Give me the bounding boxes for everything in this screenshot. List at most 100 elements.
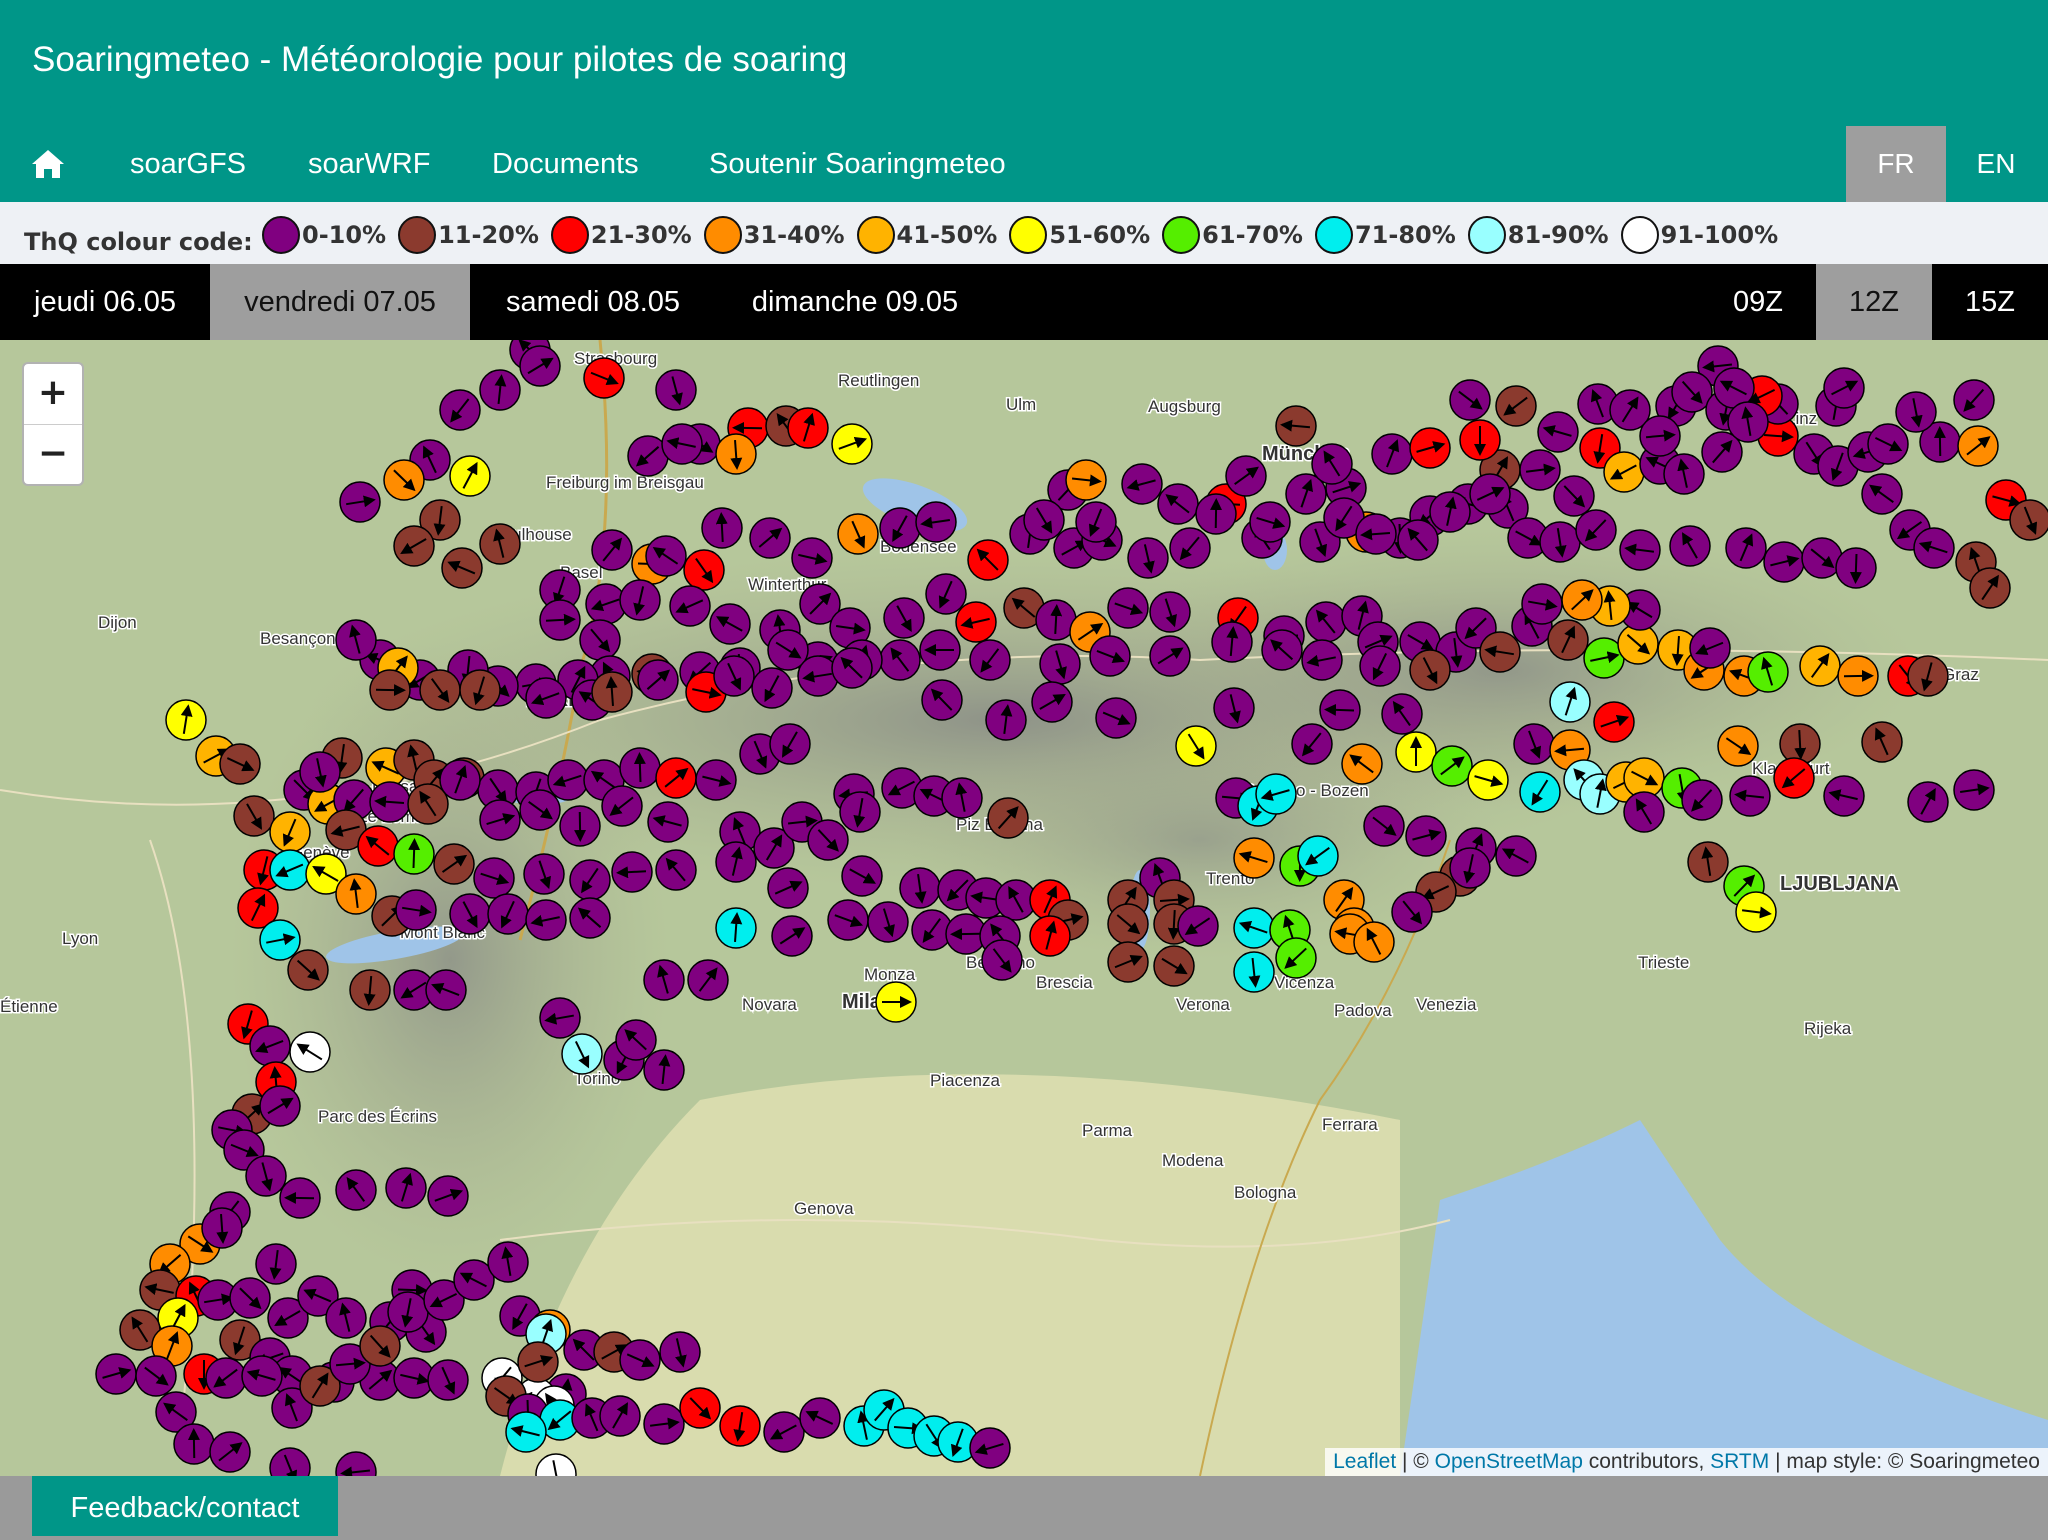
forecast-marker[interactable] [480, 800, 520, 840]
forecast-marker[interactable] [450, 894, 490, 934]
forecast-marker[interactable] [956, 602, 996, 642]
forecast-marker[interactable] [764, 1412, 804, 1452]
forecast-marker[interactable] [174, 1424, 214, 1464]
forecast-marker[interactable] [592, 672, 632, 712]
forecast-marker[interactable] [560, 806, 600, 846]
forecast-marker[interactable] [1908, 782, 1948, 822]
forecast-marker[interactable] [336, 874, 376, 914]
forecast-marker[interactable] [1122, 464, 1162, 504]
forecast-marker[interactable] [450, 456, 490, 496]
forecast-marker[interactable] [752, 668, 792, 708]
forecast-marker[interactable] [270, 850, 310, 890]
nav-support[interactable]: Soutenir Soaringmeteo [709, 126, 1006, 202]
forecast-marker[interactable] [202, 1208, 242, 1248]
lang-en-button[interactable]: EN [1946, 126, 2046, 202]
forecast-marker[interactable] [206, 1358, 246, 1398]
hour-tab-15z[interactable]: 15Z [1932, 264, 2048, 340]
forecast-marker[interactable] [716, 908, 756, 948]
forecast-marker[interactable] [1520, 772, 1560, 812]
forecast-marker[interactable] [1480, 632, 1520, 672]
forecast-marker[interactable] [1406, 816, 1446, 856]
forecast-marker[interactable] [1914, 528, 1954, 568]
forecast-marker[interactable] [1096, 698, 1136, 738]
forecast-marker[interactable] [620, 748, 660, 788]
forecast-marker[interactable] [1312, 444, 1352, 484]
forecast-marker[interactable] [520, 790, 560, 830]
forecast-marker[interactable] [1862, 722, 1902, 762]
forecast-marker[interactable] [1450, 380, 1490, 420]
forecast-marker[interactable] [1176, 726, 1216, 766]
forecast-marker[interactable] [792, 538, 832, 578]
forecast-marker[interactable] [1158, 484, 1198, 524]
forecast-marker[interactable] [1292, 724, 1332, 764]
forecast-marker[interactable] [716, 842, 756, 882]
forecast-marker[interactable] [1780, 724, 1820, 764]
forecast-marker[interactable] [1076, 502, 1116, 542]
forecast-marker[interactable] [360, 1326, 400, 1366]
nav-soargfs[interactable]: soarGFS [130, 126, 246, 202]
forecast-marker[interactable] [440, 390, 480, 430]
forecast-marker[interactable] [488, 1242, 528, 1282]
forecast-marker[interactable] [880, 508, 920, 548]
forecast-marker[interactable] [1800, 646, 1840, 686]
forecast-marker[interactable] [1356, 514, 1396, 554]
forecast-marker[interactable] [1066, 460, 1106, 500]
forecast-marker[interactable] [1212, 622, 1252, 662]
forecast-marker[interactable] [562, 1034, 602, 1074]
forecast-marker[interactable] [1958, 426, 1998, 466]
forecast-marker[interactable] [428, 1176, 468, 1216]
forecast-marker[interactable] [716, 434, 756, 474]
forecast-marker[interactable] [220, 744, 260, 784]
forecast-marker[interactable] [1774, 758, 1814, 798]
forecast-marker[interactable] [922, 680, 962, 720]
forecast-marker[interactable] [394, 834, 434, 874]
forecast-marker[interactable] [688, 960, 728, 1000]
forecast-marker[interactable] [1128, 538, 1168, 578]
forecast-marker[interactable] [1970, 568, 2010, 608]
forecast-marker[interactable] [1234, 908, 1274, 948]
forecast-marker[interactable] [210, 1432, 250, 1472]
forecast-marker[interactable] [1154, 946, 1194, 986]
forecast-marker[interactable] [798, 656, 838, 696]
forecast-marker[interactable] [1030, 916, 1070, 956]
forecast-marker[interactable] [986, 700, 1026, 740]
forecast-marker[interactable] [1728, 402, 1768, 442]
forecast-marker[interactable] [1688, 842, 1728, 882]
forecast-marker[interactable] [480, 370, 520, 410]
forecast-marker[interactable] [1108, 588, 1148, 628]
forecast-marker[interactable] [788, 408, 828, 448]
forecast-marker[interactable] [300, 752, 340, 792]
forecast-marker[interactable] [702, 508, 742, 548]
forecast-marker[interactable] [1450, 848, 1490, 888]
hour-tab-12z[interactable]: 12Z [1816, 264, 1932, 340]
day-tab-saturday[interactable]: samedi 08.05 [470, 264, 716, 340]
forecast-marker[interactable] [1718, 726, 1758, 766]
forecast-marker[interactable] [1170, 528, 1210, 568]
forecast-marker[interactable] [600, 1396, 640, 1436]
forecast-marker[interactable] [772, 916, 812, 956]
forecast-marker[interactable] [1824, 368, 1864, 408]
forecast-marker[interactable] [1196, 494, 1236, 534]
forecast-marker[interactable] [1908, 656, 1948, 696]
forecast-marker[interactable] [770, 724, 810, 764]
forecast-marker[interactable] [926, 574, 966, 614]
forecast-marker[interactable] [1276, 406, 1316, 446]
forecast-marker[interactable] [1320, 690, 1360, 730]
forecast-marker[interactable] [1562, 580, 1602, 620]
forecast-marker[interactable] [270, 812, 310, 852]
forecast-marker[interactable] [166, 700, 206, 740]
forecast-marker[interactable] [336, 620, 376, 660]
forecast-marker[interactable] [1302, 640, 1342, 680]
forecast-marker[interactable] [1410, 428, 1450, 468]
forecast-marker[interactable] [96, 1354, 136, 1394]
forecast-marker[interactable] [518, 1342, 558, 1382]
forecast-marker[interactable] [1276, 938, 1316, 978]
forecast-marker[interactable] [988, 798, 1028, 838]
forecast-marker[interactable] [656, 850, 696, 890]
forecast-marker[interactable] [2010, 500, 2048, 540]
forecast-marker[interactable] [620, 580, 660, 620]
forecast-marker[interactable] [1214, 688, 1254, 728]
forecast-marker[interactable] [602, 786, 642, 826]
nav-documents[interactable]: Documents [492, 126, 639, 202]
forecast-marker[interactable] [1726, 528, 1766, 568]
